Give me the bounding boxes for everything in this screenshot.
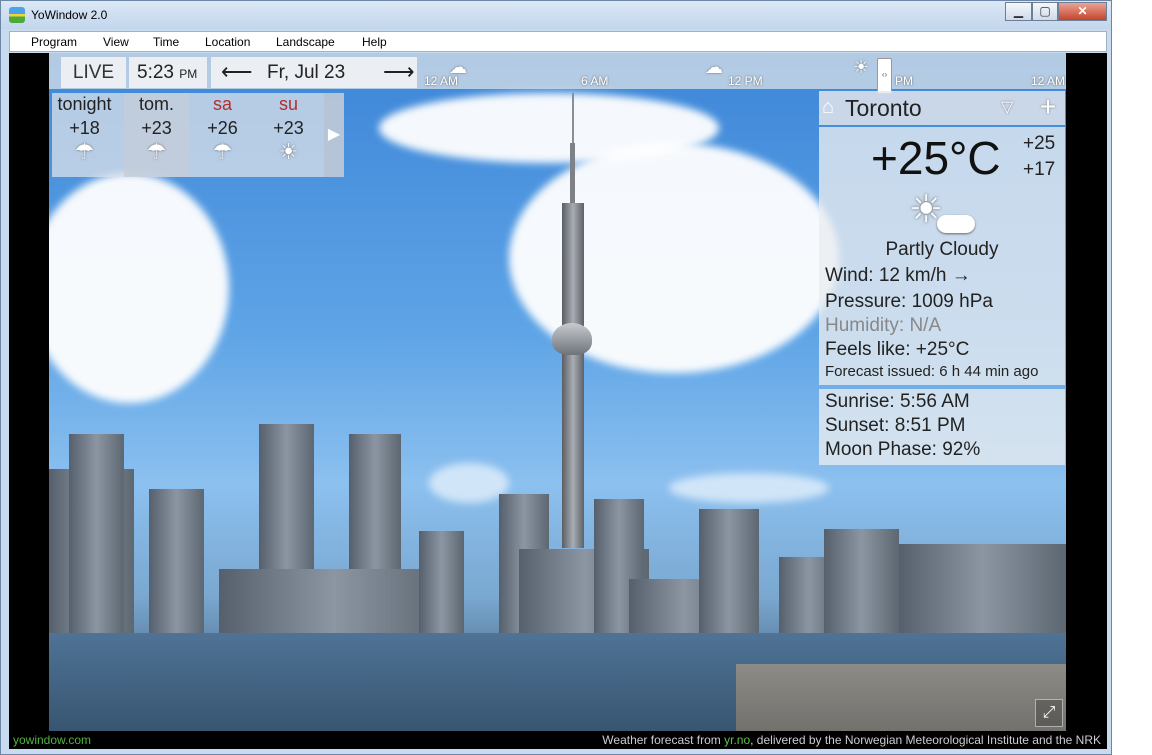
timeline-label: PM	[895, 74, 913, 88]
window-title: YoWindow 2.0	[31, 8, 108, 22]
menu-location[interactable]: Location	[205, 35, 250, 49]
condition-text: Partly Cloudy	[885, 239, 999, 260]
cn-tower-antenna	[572, 93, 574, 148]
cloud-small	[429, 463, 509, 503]
moon-phase-info: Moon Phase: 92%	[825, 439, 981, 460]
forecast-issued-info: Forecast issued: 6 h 44 min ago	[825, 363, 1039, 380]
minimize-button[interactable]: ▁	[1005, 2, 1032, 21]
forecast-day[interactable]: tom. +23 ☂	[124, 93, 189, 177]
live-button[interactable]: LIVE	[61, 57, 126, 88]
current-conditions: +25°C +25 +17 ☀ Partly Cloudy Wind: 12 k…	[819, 127, 1065, 385]
app-logo-icon	[9, 7, 25, 23]
current-time[interactable]: 5:23 PM	[129, 57, 207, 88]
forecast-day-name: sa	[212, 94, 232, 114]
forecast-strip: tonight +18 ☂ tom. +23 ☂ sa +26 ☂ su +23…	[52, 93, 344, 177]
sunset-info: Sunset: 8:51 PM	[825, 415, 966, 436]
partly-cloudy-icon: ☀	[905, 185, 977, 237]
building	[69, 434, 124, 639]
fullscreen-icon[interactable]: ⤢	[1035, 699, 1063, 727]
time-value: 5:23	[137, 62, 174, 83]
astronomy-info: Sunrise: 5:56 AM Sunset: 8:51 PM Moon Ph…	[819, 389, 1065, 465]
forecast-day-temp: +18	[69, 118, 100, 138]
forecast-day-temp: +23	[273, 118, 304, 138]
location-selector[interactable]: ⌂ Toronto ▽ +	[819, 91, 1065, 125]
prev-day-arrow-icon[interactable]: ⟵	[221, 59, 253, 85]
forecast-day-temp: +23	[141, 118, 172, 138]
timeline-track[interactable]: ☁ ☁ ☀ 12 AM 6 AM 12 PM PM 12 AM ‹›	[421, 57, 1066, 94]
forecast-next-button[interactable]: ▶	[324, 93, 344, 177]
building	[419, 531, 464, 639]
pressure-info: Pressure: 1009 hPa	[825, 291, 993, 312]
add-location-button[interactable]: +	[1031, 91, 1065, 125]
title-bar[interactable]: YoWindow 2.0 ▁ ▢ ✕	[1, 1, 1111, 29]
menu-bar: Program View Time Location Landscape Hel…	[9, 31, 1107, 52]
building	[219, 569, 449, 639]
sunrise-info: Sunrise: 5:56 AM	[825, 391, 970, 412]
credit-suffix: , delivered by the Norwegian Meteorologi…	[750, 733, 1101, 747]
cloud-icon	[937, 215, 975, 233]
maximize-button[interactable]: ▢	[1032, 2, 1058, 21]
chevron-down-icon[interactable]: ▽	[1001, 97, 1013, 117]
timeline-label: 12 PM	[728, 74, 763, 88]
credit-prefix: Weather forecast from	[602, 733, 725, 747]
next-day-arrow-icon[interactable]: ⟶	[383, 59, 415, 85]
timeline-label: 6 AM	[581, 74, 609, 88]
menu-program[interactable]: Program	[31, 35, 77, 49]
wind-info: Wind: 12 km/h →	[825, 265, 971, 286]
menu-view[interactable]: View	[103, 35, 129, 49]
weather-view: LIVE 5:23 PM ⟵ Fr, Jul 23 ⟶ ☁ ☁ ☀ 12 AM …	[9, 53, 1107, 749]
yrno-link[interactable]: yr.no	[724, 733, 750, 747]
cn-tower	[562, 203, 584, 548]
timeline-label: 12 AM	[424, 74, 459, 88]
high-temperature: +25	[1023, 133, 1056, 154]
close-button[interactable]: ✕	[1058, 2, 1107, 21]
forecast-day[interactable]: tonight +18 ☂	[52, 93, 117, 177]
menu-time[interactable]: Time	[153, 35, 179, 49]
forecast-day-name: tonight	[57, 94, 112, 114]
forecast-day[interactable]: sa +26 ☂	[190, 93, 255, 177]
humidity-info: Humidity: N/A	[825, 315, 942, 336]
menu-landscape[interactable]: Landscape	[276, 35, 335, 49]
time-slider-handle[interactable]: ‹›	[877, 58, 892, 94]
sun-cloud-icon: ☀	[853, 57, 870, 77]
time-ampm: PM	[179, 67, 198, 81]
weather-panel: ⌂ Toronto ▽ + +25°C +25 +17 ☀ Partly Clo…	[819, 91, 1065, 465]
cn-tower-pod	[552, 323, 592, 355]
website-link[interactable]: yowindow.com	[13, 733, 91, 747]
rain-cloud-icon: ☂	[146, 139, 167, 164]
credit-text: Weather forecast from yr.no, delivered b…	[602, 733, 1101, 747]
app-window: YoWindow 2.0 ▁ ▢ ✕ Program View Time Loc…	[0, 0, 1112, 755]
building	[899, 544, 1066, 639]
rain-cloud-icon: ☂	[74, 139, 95, 164]
forecast-day[interactable]: su +23 ☀	[256, 93, 321, 177]
sun-icon: ☀	[278, 139, 299, 164]
cloud-low	[669, 473, 829, 503]
building	[699, 509, 759, 639]
forecast-day-name: tom.	[138, 94, 174, 114]
building	[824, 529, 899, 639]
cloud-left	[49, 173, 229, 403]
current-temperature: +25°C	[871, 132, 1001, 184]
forecast-day-name: su	[278, 94, 298, 114]
footer-bar: yowindow.com Weather forecast from yr.no…	[9, 731, 1107, 749]
date-navigator: ⟵ Fr, Jul 23 ⟶	[211, 57, 417, 88]
forecast-day-temp: +26	[207, 118, 238, 138]
menu-help[interactable]: Help	[362, 35, 387, 49]
feels-like-info: Feels like: +25°C	[825, 339, 970, 360]
rain-cloud-icon: ☁	[705, 57, 723, 77]
building	[149, 489, 204, 639]
rain-cloud-icon: ☂	[212, 139, 233, 164]
timeline-label: 12 AM	[1031, 74, 1066, 88]
city-name: Toronto	[845, 95, 922, 121]
home-icon[interactable]: ⌂	[822, 96, 834, 119]
current-date: Fr, Jul 23	[267, 62, 346, 83]
low-temperature: +17	[1023, 159, 1056, 180]
desktop-background	[1112, 0, 1152, 755]
